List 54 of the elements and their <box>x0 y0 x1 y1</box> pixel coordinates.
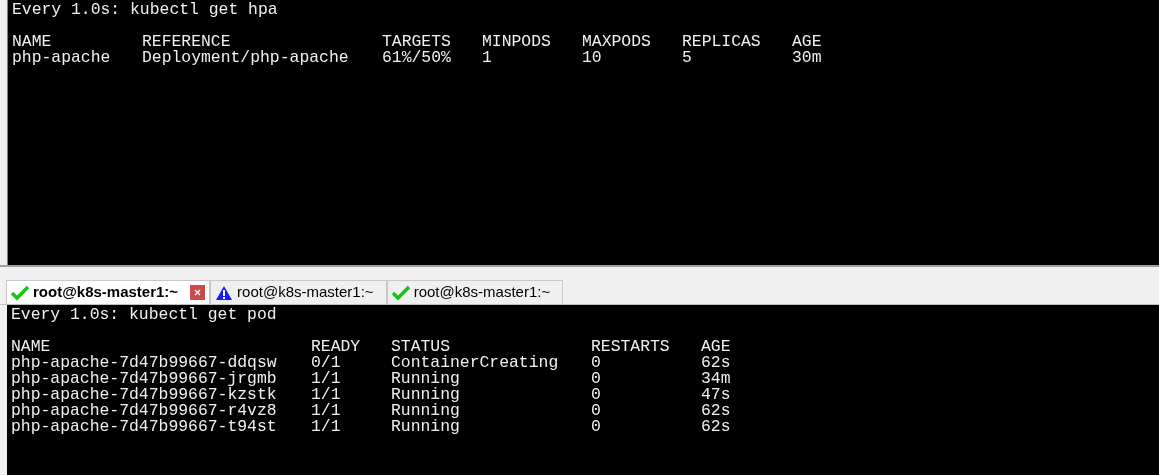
table-cell: 62s <box>701 401 731 420</box>
table-cell: 5 <box>682 48 692 67</box>
table-cell: Running <box>391 401 460 420</box>
table-cell: 0 <box>591 353 601 372</box>
table-cell: php-apache-7d47b99667-kzstk <box>11 385 277 404</box>
column-header: AGE <box>792 32 822 51</box>
table-cell: php-apache <box>12 48 111 67</box>
table-cell: php-apache-7d47b99667-r4vz8 <box>11 401 277 420</box>
table-cell: 1/1 <box>311 385 341 404</box>
table-cell: 0 <box>591 417 601 436</box>
table-cell: Running <box>391 417 460 436</box>
warning-icon <box>215 284 234 301</box>
table-cell: 0 <box>591 369 601 388</box>
table-cell: php-apache-7d47b99667-t94st <box>11 417 277 436</box>
table-cell: 0 <box>591 401 601 420</box>
table-cell: ContainerCreating <box>391 353 559 372</box>
table-cell: 0/1 <box>311 353 341 372</box>
checkmark-icon <box>11 284 29 301</box>
table-cell: 47s <box>701 385 731 404</box>
watch-command: Every 1.0s: kubectl get hpa <box>12 0 278 19</box>
terminal-tab[interactable]: root@k8s-master1:~ <box>6 280 211 304</box>
column-header: NAME <box>12 32 52 51</box>
table-cell: php-apache-7d47b99667-jrgmb <box>11 369 277 388</box>
column-header: STATUS <box>391 337 451 356</box>
checkmark-icon <box>391 284 410 301</box>
table-cell: 30m <box>792 48 822 67</box>
column-header: MAXPODS <box>582 32 651 51</box>
terminal-tab[interactable]: root@k8s-master1:~ <box>210 280 387 304</box>
column-header: REFERENCE <box>142 32 231 51</box>
table-cell: 62s <box>701 353 731 372</box>
column-header: MINPODS <box>482 32 551 51</box>
column-header: READY <box>311 337 361 356</box>
column-header: NAME <box>11 337 51 356</box>
table-cell: 0 <box>591 385 601 404</box>
column-header: RESTARTS <box>591 337 670 356</box>
table-cell: Running <box>391 385 460 404</box>
close-icon <box>194 289 202 296</box>
column-header: TARGETS <box>382 32 451 51</box>
table-cell: 1/1 <box>311 401 341 420</box>
table-cell: php-apache-7d47b99667-ddqsw <box>11 353 277 372</box>
table-cell: 1/1 <box>311 369 341 388</box>
table-cell: Running <box>391 369 460 388</box>
column-header: AGE <box>701 337 731 356</box>
watch-command: Every 1.0s: kubectl get pod <box>11 305 277 324</box>
terminal-tab[interactable]: root@k8s-master1:~ <box>386 280 564 304</box>
table-cell: 10 <box>582 48 602 67</box>
table-cell: 1/1 <box>311 417 341 436</box>
close-tab-button[interactable] <box>190 285 206 300</box>
table-cell: 1 <box>482 48 492 67</box>
table-cell: Deployment/php-apache <box>142 48 349 67</box>
table-cell: 62s <box>701 417 731 436</box>
table-cell: 34m <box>701 369 731 388</box>
column-header: REPLICAS <box>682 32 761 51</box>
table-cell: 61%/50% <box>382 48 451 67</box>
